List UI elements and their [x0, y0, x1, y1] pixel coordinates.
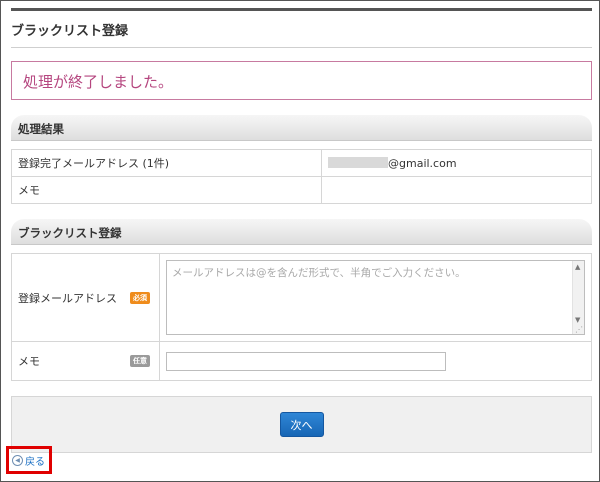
result-memo-label: メモ	[11, 176, 322, 204]
back-link[interactable]: ◀ 戻る	[6, 446, 52, 474]
table-row: メモ 任意	[11, 341, 592, 381]
page-content: ブラックリスト登録 処理が終了しました。 処理結果 登録完了メールアドレス (1…	[6, 8, 592, 474]
email-field-cell: メールアドレスは@を含んだ形式で、半角でご入力ください。 ▲ ▼ ⋰	[159, 253, 592, 342]
result-memo-value	[321, 176, 592, 204]
resize-grip-icon[interactable]: ⋰	[575, 325, 583, 334]
result-email-label: 登録完了メールアドレス (1件)	[11, 149, 322, 177]
email-field-label: 登録メールアドレス 必須	[11, 253, 160, 342]
result-email-value: @gmail.com	[321, 149, 592, 177]
next-button[interactable]: 次へ	[279, 412, 324, 437]
completion-message: 処理が終了しました。	[11, 61, 592, 100]
back-link-label: 戻る	[25, 456, 45, 468]
memo-label-text: メモ	[18, 355, 40, 368]
page-title: ブラックリスト登録	[11, 8, 592, 48]
table-row: 登録完了メールアドレス (1件) @gmail.com	[11, 149, 592, 177]
result-table: 登録完了メールアドレス (1件) @gmail.com メモ	[11, 149, 592, 204]
email-textarea-placeholder: メールアドレスは@を含んだ形式で、半角でご入力ください。	[172, 267, 466, 279]
email-textarea[interactable]: メールアドレスは@を含んだ形式で、半角でご入力ください。 ▲ ▼ ⋰	[166, 260, 585, 335]
optional-badge: 任意	[130, 355, 150, 367]
memo-field-cell	[159, 341, 592, 381]
required-badge: 必須	[130, 291, 150, 304]
table-row: 登録メールアドレス 必須 メールアドレスは@を含んだ形式で、半角でご入力ください…	[11, 253, 592, 342]
table-row: メモ	[11, 176, 592, 204]
textarea-scrollbar[interactable]: ▲ ▼	[572, 261, 584, 334]
registration-section-heading: ブラックリスト登録	[11, 219, 592, 245]
scroll-up-icon[interactable]: ▲	[575, 263, 580, 271]
memo-input[interactable]	[166, 351, 446, 371]
window-frame: ブラックリスト登録 処理が終了しました。 処理結果 登録完了メールアドレス (1…	[0, 0, 600, 482]
memo-field-label: メモ 任意	[11, 341, 160, 381]
masked-email-part	[328, 156, 388, 168]
back-arrow-icon: ◀	[12, 454, 23, 466]
result-email-domain: @gmail.com	[388, 156, 457, 170]
action-bar: 次へ	[11, 396, 592, 453]
result-section-heading: 処理結果	[11, 115, 592, 141]
registration-table: 登録メールアドレス 必須 メールアドレスは@を含んだ形式で、半角でご入力ください…	[11, 253, 592, 381]
scroll-down-icon[interactable]: ▼	[575, 316, 580, 324]
email-label-text: 登録メールアドレス	[18, 291, 117, 305]
